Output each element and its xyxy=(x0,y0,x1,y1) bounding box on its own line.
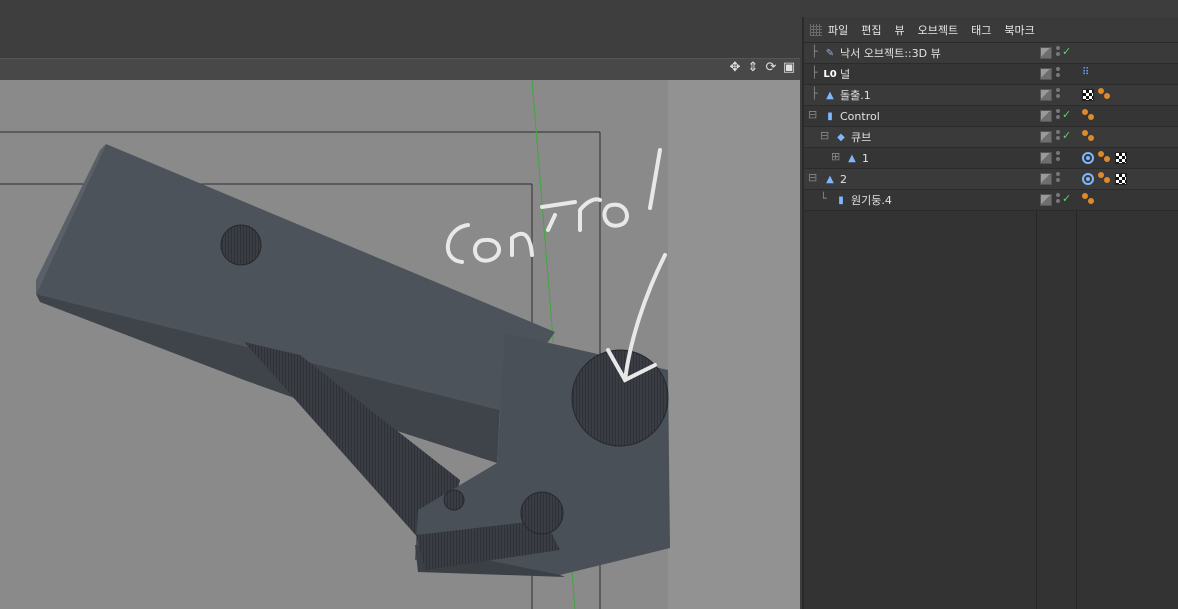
layer-visibility-icon[interactable] xyxy=(1040,47,1052,59)
object-row-doodle[interactable]: ├ ✎ 낙서 오브젝트::3D 뷰 ✓ xyxy=(804,43,1178,64)
expand-toggle-icon[interactable]: ⊟ xyxy=(808,108,817,121)
object-name[interactable]: 돌출.1 xyxy=(840,87,871,103)
doodle-label: control xyxy=(0,80,4,81)
editor-render-dots[interactable] xyxy=(1056,172,1061,186)
zoom-view-icon[interactable]: ⇕ xyxy=(746,61,760,75)
phong-tag-icon[interactable] xyxy=(1082,193,1095,206)
null-icon: L0 xyxy=(823,68,837,80)
menu-file[interactable]: 파일 xyxy=(828,22,848,38)
object-row-1[interactable]: ⊞ ▲ 1 xyxy=(804,148,1178,169)
phong-tag-icon[interactable] xyxy=(1098,151,1111,164)
editor-render-dots[interactable] xyxy=(1056,46,1061,60)
bar-screw xyxy=(220,224,262,266)
editor-render-dots[interactable] xyxy=(1056,151,1061,165)
layer-visibility-icon[interactable] xyxy=(1040,173,1052,185)
null-tag-icon[interactable]: ⠿ xyxy=(1082,67,1090,78)
block-screw xyxy=(520,491,564,535)
object-row-control[interactable]: ⊟ ▮ Control ✓ xyxy=(804,106,1178,127)
menu-object[interactable]: 오브젝트 xyxy=(918,22,958,38)
layer-visibility-icon[interactable] xyxy=(1040,68,1052,80)
cube-icon: ◆ xyxy=(837,131,845,143)
viewport-menubar xyxy=(0,58,800,81)
menu-edit[interactable]: 편집 xyxy=(861,22,881,38)
phong-tag-icon[interactable] xyxy=(1082,130,1095,143)
extrude-icon: ▲ xyxy=(848,152,856,164)
object-name[interactable]: 널 xyxy=(840,66,850,82)
object-name[interactable]: 2 xyxy=(840,173,847,186)
object-manager-panel: 파일 편집 뷰 오브젝트 태그 북마크 ├ ✎ 낙서 오브젝트::3D 뷰 ✓ … xyxy=(802,17,1178,609)
object-name[interactable]: 큐브 xyxy=(851,129,871,145)
viewport-top-panel xyxy=(0,0,800,58)
object-list: ├ ✎ 낙서 오브젝트::3D 뷰 ✓ ├ L0 널 ⠿ ├ ▲ 돌출.1 ⊟ … xyxy=(804,43,1178,211)
rotate-view-icon[interactable]: ⟳ xyxy=(764,61,778,75)
expand-toggle-icon[interactable]: ⊟ xyxy=(808,171,817,184)
editor-render-dots[interactable] xyxy=(1056,193,1061,207)
phong-tag-icon[interactable] xyxy=(1082,109,1095,122)
move-view-icon[interactable]: ✥ xyxy=(728,61,742,75)
viewport-nav-icons: ✥ ⇕ ⟳ ▣ xyxy=(728,61,796,75)
object-row-cube[interactable]: ⊟ ◆ 큐브 ✓ xyxy=(804,127,1178,148)
viewport-safe-frame-outside xyxy=(668,80,800,609)
extrude-icon: ▲ xyxy=(826,173,834,185)
object-name[interactable]: Control xyxy=(840,110,880,123)
tree-line: └ xyxy=(820,192,827,205)
object-row-cylinder-4[interactable]: └ ▮ 원기둥.4 ✓ xyxy=(804,190,1178,211)
material-tag-icon[interactable] xyxy=(1115,172,1127,185)
object-row-null[interactable]: ├ L0 널 ⠿ xyxy=(804,64,1178,85)
3d-viewport-canvas[interactable]: control xyxy=(0,80,800,609)
expand-toggle-icon[interactable]: ⊟ xyxy=(820,129,829,142)
enabled-check-icon[interactable]: ✓ xyxy=(1062,108,1071,121)
layer-visibility-icon[interactable] xyxy=(1040,152,1052,164)
tree-line: ├ xyxy=(811,45,818,58)
expand-toggle-icon[interactable]: ⊞ xyxy=(831,150,840,163)
material-tag-icon[interactable] xyxy=(1082,88,1094,101)
menu-bookmark[interactable]: 북마크 xyxy=(1004,22,1034,38)
layer-visibility-icon[interactable] xyxy=(1040,194,1052,206)
menu-view[interactable]: 뷰 xyxy=(895,22,905,38)
editor-render-dots[interactable] xyxy=(1056,67,1061,81)
material-tag-icon[interactable] xyxy=(1115,151,1127,164)
target-tag-icon[interactable] xyxy=(1082,172,1094,185)
cylinder-icon: ▮ xyxy=(838,194,844,206)
doodle-icon: ✎ xyxy=(825,47,835,59)
pin-tip xyxy=(443,489,465,511)
object-name[interactable]: 원기둥.4 xyxy=(851,192,892,208)
panel-grip-icon[interactable] xyxy=(810,23,822,36)
layer-visibility-icon[interactable] xyxy=(1040,131,1052,143)
object-manager-menubar: 파일 편집 뷰 오브젝트 태그 북마크 xyxy=(804,17,1178,43)
object-row-2[interactable]: ⊟ ▲ 2 xyxy=(804,169,1178,190)
target-tag-icon[interactable] xyxy=(1082,151,1094,164)
object-row-extrude-1[interactable]: ├ ▲ 돌출.1 xyxy=(804,85,1178,106)
object-name[interactable]: 낙서 오브젝트::3D 뷰 xyxy=(840,45,941,61)
phong-tag-icon[interactable] xyxy=(1098,88,1111,101)
tree-line: ├ xyxy=(811,66,818,79)
tree-line: ├ xyxy=(811,87,818,100)
object-name[interactable]: 1 xyxy=(862,152,869,165)
layer-visibility-icon[interactable] xyxy=(1040,110,1052,122)
cylinder-icon: ▮ xyxy=(827,110,833,122)
enabled-check-icon[interactable]: ✓ xyxy=(1062,45,1071,58)
enabled-check-icon[interactable]: ✓ xyxy=(1062,192,1071,205)
viewport-scene: control xyxy=(0,80,800,609)
extrude-icon: ▲ xyxy=(826,89,834,101)
phong-tag-icon[interactable] xyxy=(1098,172,1111,185)
menu-tag[interactable]: 태그 xyxy=(971,22,991,38)
viewport-area: ✥ ⇕ ⟳ ▣ control xyxy=(0,0,800,609)
editor-render-dots[interactable] xyxy=(1056,88,1061,102)
enabled-check-icon[interactable]: ✓ xyxy=(1062,129,1071,142)
editor-render-dots[interactable] xyxy=(1056,130,1061,144)
maximize-view-icon[interactable]: ▣ xyxy=(782,61,796,75)
layer-visibility-icon[interactable] xyxy=(1040,89,1052,101)
editor-render-dots[interactable] xyxy=(1056,109,1061,123)
